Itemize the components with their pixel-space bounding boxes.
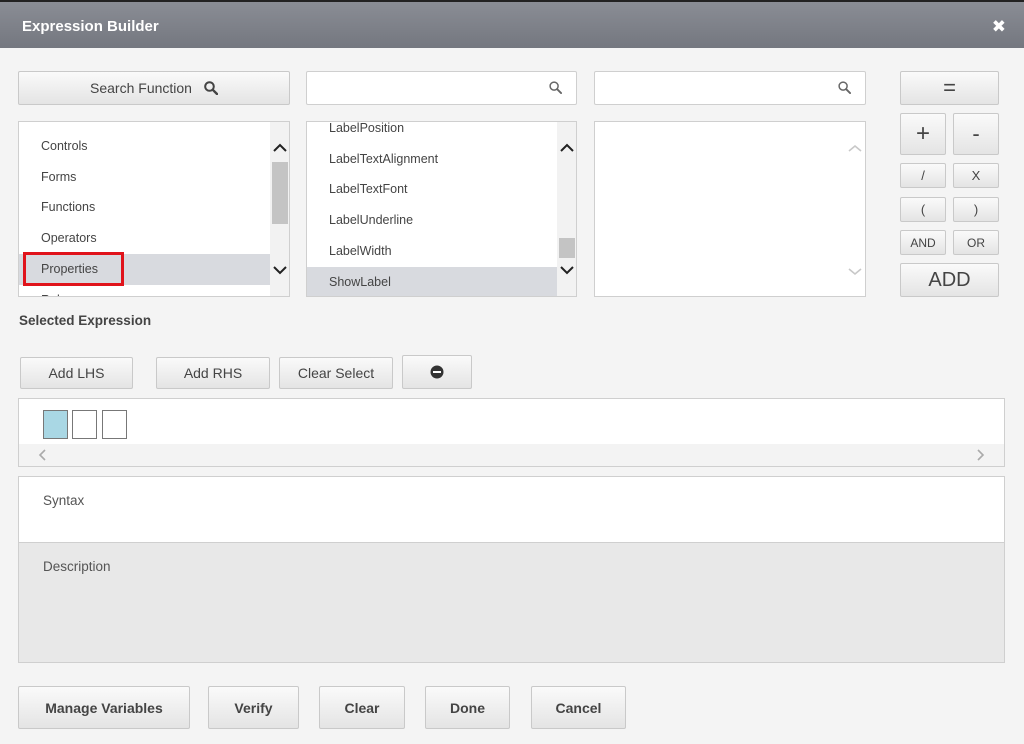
horizontal-scrollbar[interactable] bbox=[19, 444, 1004, 466]
add-operator-button[interactable]: ADD bbox=[900, 263, 999, 297]
search-icon bbox=[204, 81, 218, 95]
list-item[interactable]: LabelWidth bbox=[307, 236, 558, 267]
list-item[interactable]: Functions bbox=[19, 192, 271, 223]
equals-button[interactable]: = bbox=[900, 71, 999, 105]
chevron-right-icon[interactable] bbox=[976, 449, 986, 461]
syntax-panel: Syntax bbox=[18, 476, 1005, 543]
open-paren-button[interactable]: ( bbox=[900, 197, 946, 222]
description-panel: Description bbox=[18, 542, 1005, 663]
search-function-button[interactable]: Search Function bbox=[18, 71, 290, 105]
close-paren-button[interactable]: ) bbox=[953, 197, 999, 222]
clear-button[interactable]: Clear bbox=[319, 686, 405, 729]
or-button[interactable]: OR bbox=[953, 230, 999, 255]
list-item[interactable]: Properties bbox=[19, 254, 271, 285]
scroll-thumb[interactable] bbox=[272, 162, 288, 224]
member-list: LabelPosition LabelTextAlignment LabelTe… bbox=[306, 121, 577, 297]
search-function-label: Search Function bbox=[90, 80, 192, 96]
detail-list bbox=[594, 121, 866, 297]
done-button[interactable]: Done bbox=[425, 686, 510, 729]
add-rhs-button[interactable]: Add RHS bbox=[156, 357, 270, 389]
add-lhs-button[interactable]: Add LHS bbox=[20, 357, 133, 389]
plus-button[interactable]: + bbox=[900, 113, 946, 155]
vertical-scrollbar[interactable] bbox=[557, 122, 577, 296]
chevron-left-icon[interactable] bbox=[37, 449, 47, 461]
chevron-up-icon[interactable] bbox=[557, 140, 577, 154]
close-icon[interactable]: ✖ bbox=[992, 17, 1006, 37]
list-item[interactable]: Forms bbox=[19, 162, 271, 193]
minus-button[interactable]: - bbox=[953, 113, 999, 155]
list-item[interactable]: LabelPosition bbox=[307, 122, 558, 144]
dialog-title: Expression Builder bbox=[22, 18, 159, 35]
title-bar: Expression Builder ✖ bbox=[0, 0, 1024, 48]
detail-search-box bbox=[594, 71, 866, 105]
chevron-up-icon[interactable] bbox=[845, 142, 865, 154]
detail-search-input[interactable] bbox=[595, 72, 825, 104]
scroll-thumb[interactable] bbox=[559, 238, 575, 258]
list-item[interactable]: Controls bbox=[19, 131, 271, 162]
list-item[interactable]: LabelTextFont bbox=[307, 174, 558, 205]
expression-slot[interactable] bbox=[43, 410, 68, 439]
expression-slot[interactable] bbox=[102, 410, 127, 439]
description-label: Description bbox=[43, 559, 111, 574]
chevron-down-icon[interactable] bbox=[557, 264, 577, 278]
list-item[interactable]: ShowLabel bbox=[307, 267, 558, 296]
cancel-button[interactable]: Cancel bbox=[531, 686, 626, 729]
and-button[interactable]: AND bbox=[900, 230, 946, 255]
syntax-label: Syntax bbox=[43, 493, 85, 508]
search-icon[interactable] bbox=[838, 81, 851, 94]
verify-button[interactable]: Verify bbox=[208, 686, 299, 729]
chevron-down-icon[interactable] bbox=[845, 266, 865, 278]
manage-variables-button[interactable]: Manage Variables bbox=[18, 686, 190, 729]
list-item[interactable]: Operators bbox=[19, 223, 271, 254]
list-item[interactable]: LabelTextAlignment bbox=[307, 144, 558, 175]
selected-expression-label: Selected Expression bbox=[19, 313, 152, 328]
search-icon[interactable] bbox=[549, 81, 562, 94]
remove-button[interactable] bbox=[402, 355, 472, 389]
member-search-input[interactable] bbox=[307, 72, 536, 104]
member-search-box bbox=[306, 71, 577, 105]
minus-circle-icon bbox=[430, 365, 444, 379]
chevron-up-icon[interactable] bbox=[270, 140, 290, 154]
list-item[interactable]: Rules bbox=[19, 285, 271, 296]
list-item[interactable]: LabelUnderline bbox=[307, 205, 558, 236]
clear-select-button[interactable]: Clear Select bbox=[279, 357, 393, 389]
multiply-button[interactable]: X bbox=[953, 163, 999, 188]
expression-slot[interactable] bbox=[72, 410, 97, 439]
category-list: Controls Forms Functions Operators Prope… bbox=[18, 121, 290, 297]
vertical-scrollbar[interactable] bbox=[845, 122, 865, 296]
chevron-down-icon[interactable] bbox=[270, 264, 290, 278]
expression-area bbox=[18, 398, 1005, 467]
divide-button[interactable]: / bbox=[900, 163, 946, 188]
vertical-scrollbar[interactable] bbox=[270, 122, 290, 296]
